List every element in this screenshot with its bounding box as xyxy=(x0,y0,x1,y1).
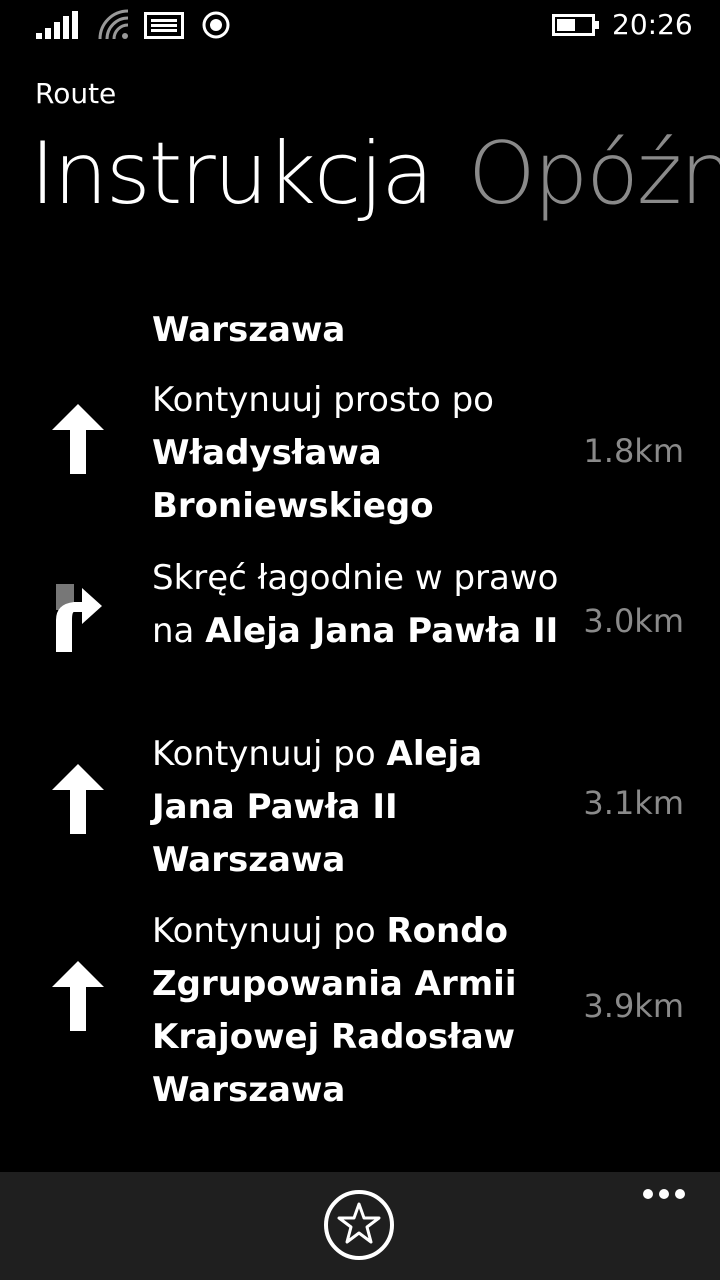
ellipsis-icon[interactable] xyxy=(642,1184,686,1204)
street-name: Władysława Broniewskiego xyxy=(152,433,434,526)
distance: 3.1km xyxy=(583,784,684,822)
instruction-text: Kontynuuj prosto po xyxy=(152,380,494,420)
tab-opoznienia[interactable]: Opóźn xyxy=(468,124,720,224)
location-icon xyxy=(202,11,230,39)
favorite-button[interactable] xyxy=(324,1190,394,1260)
distance: 1.8km xyxy=(583,432,684,470)
straight-arrow-icon xyxy=(52,961,104,1031)
signal-icon xyxy=(36,11,78,39)
app-title: Route xyxy=(35,77,117,110)
status-bar: 20:26 xyxy=(0,0,720,52)
route-instructions-list[interactable]: Warszawa Kontynuuj prosto po Władysława … xyxy=(0,262,720,1172)
star-icon xyxy=(337,1202,381,1244)
list-item[interactable]: Warszawa xyxy=(0,272,720,352)
distance: 3.0km xyxy=(583,602,684,640)
pivot-header: Instrukcja Opóźn xyxy=(30,124,720,224)
instruction-text: Kontynuuj po xyxy=(152,734,387,774)
clock: 20:26 xyxy=(612,8,693,41)
straight-arrow-icon xyxy=(52,404,104,474)
instruction-text: Kontynuuj po xyxy=(152,911,387,951)
distance: 3.9km xyxy=(583,987,684,1025)
wifi-icon xyxy=(98,9,128,39)
street-name: Aleja Jana Pawła II xyxy=(205,611,559,651)
street-name: Warszawa xyxy=(152,310,346,350)
message-icon xyxy=(144,12,184,39)
list-item[interactable]: Skręć łagodnie w prawo na Aleja Jana Paw… xyxy=(0,552,720,712)
list-item[interactable]: Kontynuuj po Rondo Zgrupowania Armii Kra… xyxy=(0,905,720,1120)
list-item[interactable]: Kontynuuj prosto po Władysława Broniewsk… xyxy=(0,374,720,534)
list-item[interactable]: Kontynuuj po Aleja Jana Pawła II Warszaw… xyxy=(0,728,720,888)
straight-arrow-icon xyxy=(52,764,104,834)
bear-right-arrow-icon xyxy=(56,584,102,652)
app-bar xyxy=(0,1172,720,1280)
battery-icon xyxy=(552,14,599,36)
tab-instrukcja[interactable]: Instrukcja xyxy=(30,124,434,224)
